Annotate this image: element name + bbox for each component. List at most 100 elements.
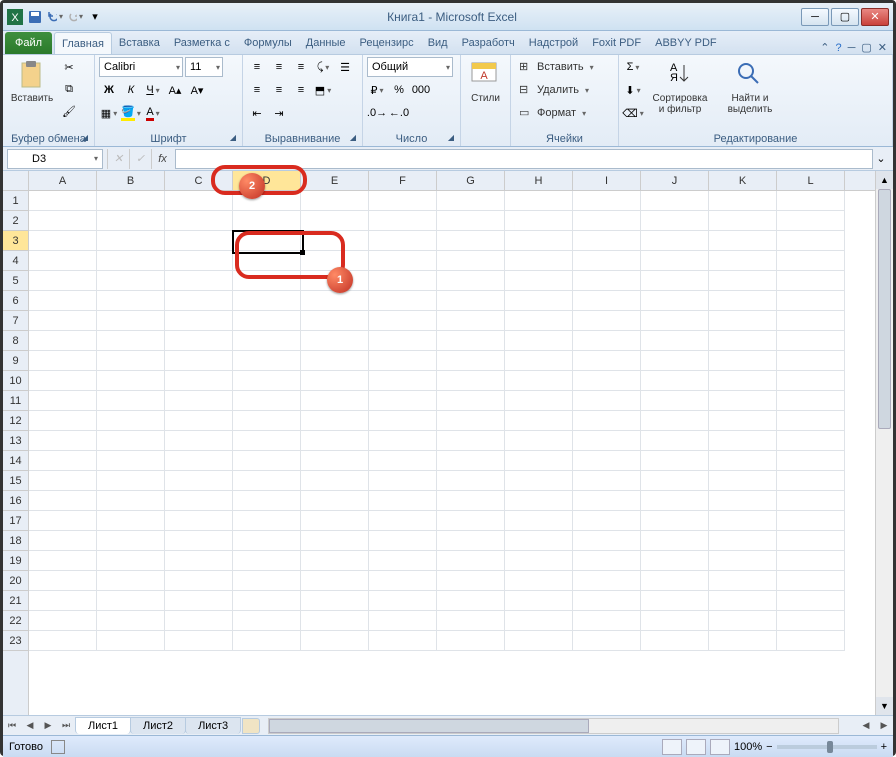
cell[interactable] bbox=[369, 391, 437, 411]
cell[interactable] bbox=[233, 571, 301, 591]
cell[interactable] bbox=[301, 251, 369, 271]
cell[interactable] bbox=[301, 231, 369, 251]
cell[interactable] bbox=[165, 451, 233, 471]
cell[interactable] bbox=[301, 331, 369, 351]
cell[interactable] bbox=[573, 451, 641, 471]
cell[interactable] bbox=[437, 231, 505, 251]
cell[interactable] bbox=[777, 531, 845, 551]
font-size-combo[interactable]: 11 bbox=[185, 57, 223, 77]
row-header[interactable]: 3 bbox=[3, 231, 28, 251]
cell[interactable] bbox=[709, 451, 777, 471]
cell[interactable] bbox=[233, 211, 301, 231]
row-header[interactable]: 8 bbox=[3, 331, 28, 351]
indent-increase-icon[interactable]: ⇥ bbox=[269, 103, 289, 123]
cell[interactable] bbox=[233, 531, 301, 551]
cell[interactable] bbox=[97, 311, 165, 331]
cell[interactable] bbox=[573, 411, 641, 431]
cell[interactable] bbox=[641, 551, 709, 571]
cell[interactable] bbox=[641, 391, 709, 411]
cell[interactable] bbox=[165, 471, 233, 491]
zoom-slider[interactable] bbox=[777, 745, 877, 749]
redo-icon[interactable] bbox=[67, 9, 83, 25]
cell[interactable] bbox=[505, 211, 573, 231]
cell[interactable] bbox=[573, 631, 641, 651]
row-header[interactable]: 23 bbox=[3, 631, 28, 651]
increase-font-icon[interactable]: A▴ bbox=[165, 80, 185, 100]
row-header[interactable]: 7 bbox=[3, 311, 28, 331]
row-header[interactable]: 22 bbox=[3, 611, 28, 631]
number-format-combo[interactable]: Общий bbox=[367, 57, 453, 77]
cell[interactable] bbox=[29, 311, 97, 331]
underline-button[interactable]: Ч bbox=[143, 80, 163, 100]
cell[interactable] bbox=[573, 431, 641, 451]
row-header[interactable]: 16 bbox=[3, 491, 28, 511]
cell[interactable] bbox=[369, 351, 437, 371]
column-header[interactable]: I bbox=[573, 171, 641, 190]
cell[interactable] bbox=[709, 311, 777, 331]
cell[interactable] bbox=[437, 211, 505, 231]
cell[interactable] bbox=[97, 511, 165, 531]
cell[interactable] bbox=[641, 631, 709, 651]
row-header[interactable]: 5 bbox=[3, 271, 28, 291]
cell[interactable] bbox=[369, 591, 437, 611]
row-header[interactable]: 19 bbox=[3, 551, 28, 571]
cell[interactable] bbox=[97, 191, 165, 211]
tab-file[interactable]: Файл bbox=[5, 32, 52, 54]
cell[interactable] bbox=[369, 631, 437, 651]
cell[interactable] bbox=[29, 611, 97, 631]
tab-abbyy[interactable]: ABBYY PDF bbox=[648, 32, 724, 54]
cell[interactable] bbox=[29, 631, 97, 651]
row-header[interactable]: 15 bbox=[3, 471, 28, 491]
hscroll-thumb[interactable] bbox=[269, 719, 589, 733]
cell[interactable] bbox=[777, 391, 845, 411]
cell[interactable] bbox=[29, 431, 97, 451]
cell[interactable] bbox=[573, 291, 641, 311]
italic-button[interactable]: К bbox=[121, 80, 141, 100]
cell[interactable] bbox=[97, 491, 165, 511]
cell[interactable] bbox=[29, 271, 97, 291]
cell[interactable] bbox=[437, 511, 505, 531]
cell[interactable] bbox=[301, 471, 369, 491]
cell[interactable] bbox=[437, 251, 505, 271]
column-header[interactable]: F bbox=[369, 171, 437, 190]
cell[interactable] bbox=[641, 511, 709, 531]
cell[interactable] bbox=[505, 491, 573, 511]
cell[interactable] bbox=[641, 211, 709, 231]
doc-minimize-icon[interactable]: ─ bbox=[848, 42, 856, 54]
cell[interactable] bbox=[301, 551, 369, 571]
row-header[interactable]: 1 bbox=[3, 191, 28, 211]
cell[interactable] bbox=[505, 551, 573, 571]
cell[interactable] bbox=[97, 391, 165, 411]
autosum-icon[interactable]: Σ bbox=[623, 57, 643, 77]
merge-icon[interactable]: ⬒ bbox=[313, 80, 333, 100]
cell[interactable] bbox=[233, 251, 301, 271]
cell[interactable] bbox=[573, 611, 641, 631]
cell[interactable] bbox=[641, 571, 709, 591]
cell[interactable] bbox=[165, 231, 233, 251]
row-header[interactable]: 12 bbox=[3, 411, 28, 431]
cell[interactable] bbox=[165, 351, 233, 371]
cell[interactable] bbox=[301, 491, 369, 511]
cell[interactable] bbox=[437, 271, 505, 291]
cell[interactable] bbox=[301, 271, 369, 291]
cell[interactable] bbox=[301, 411, 369, 431]
cell[interactable] bbox=[437, 431, 505, 451]
styles-button[interactable]: A Стили bbox=[465, 57, 506, 106]
sheet-nav-first-icon[interactable]: ⏮ bbox=[3, 717, 21, 735]
cancel-formula-icon[interactable]: ✕ bbox=[107, 149, 129, 169]
copy-button[interactable]: ⧉ bbox=[59, 79, 79, 99]
percent-icon[interactable]: % bbox=[389, 80, 409, 100]
cell[interactable] bbox=[709, 551, 777, 571]
cell[interactable] bbox=[573, 571, 641, 591]
cell[interactable] bbox=[437, 191, 505, 211]
cell[interactable] bbox=[233, 551, 301, 571]
cell[interactable] bbox=[709, 631, 777, 651]
cell[interactable] bbox=[709, 351, 777, 371]
sheet-tab-3[interactable]: Лист3 bbox=[185, 717, 241, 734]
cell[interactable] bbox=[165, 271, 233, 291]
select-all-corner[interactable] bbox=[3, 171, 29, 191]
cell[interactable] bbox=[505, 431, 573, 451]
cell[interactable] bbox=[777, 371, 845, 391]
cell[interactable] bbox=[29, 291, 97, 311]
tab-developer[interactable]: Разработч bbox=[455, 32, 522, 54]
